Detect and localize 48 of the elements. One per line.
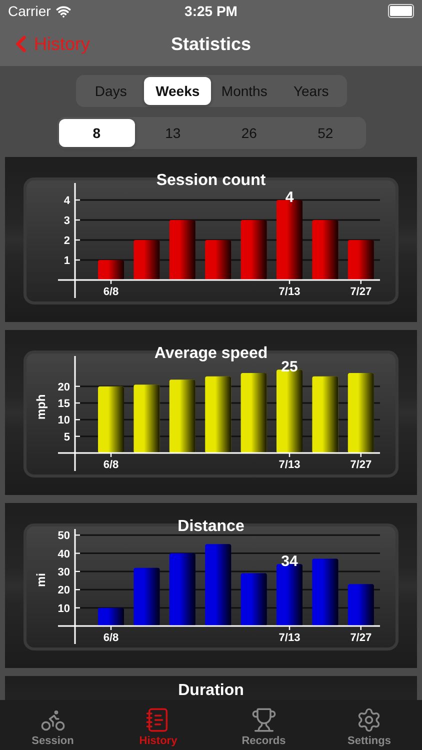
range-tab[interactable]: 26 — [211, 119, 288, 147]
tab-bar-item[interactable]: Records — [211, 700, 316, 750]
y-axis-label: mi — [34, 573, 48, 587]
chart-title: Session count — [156, 172, 266, 189]
x-tick-label: 6/8 — [103, 632, 119, 644]
chart-title: Duration — [178, 681, 244, 700]
y-tick-label: 30 — [58, 566, 70, 578]
tab-bar-item[interactable]: Settings — [316, 700, 422, 750]
chart-title: Distance — [178, 518, 244, 535]
y-tick-label: 40 — [58, 548, 70, 560]
y-tick-label: 4 — [64, 195, 70, 207]
screen-title: Statistics — [170, 34, 252, 54]
y-tick-label: 1 — [64, 255, 70, 267]
x-tick-label: 7/27 — [350, 459, 372, 471]
range-tab[interactable]: 52 — [287, 119, 364, 147]
x-tick-label: 6/8 — [103, 286, 119, 298]
y-tick-label: 20 — [58, 584, 70, 597]
settings-icon — [356, 707, 382, 733]
back-button[interactable]: History — [0, 31, 90, 57]
y-tick-label: 5 — [64, 431, 70, 444]
x-tick-label: 6/8 — [103, 459, 119, 471]
carrier-name: Carrier — [8, 3, 51, 19]
clock-time: 3:25 PM — [184, 3, 238, 19]
y-tick-label: 50 — [58, 530, 70, 542]
period-tab[interactable]: Weeks — [144, 77, 211, 105]
x-tick-label: 7/13 — [278, 286, 300, 298]
x-tick-label: 7/13 — [278, 632, 300, 644]
tab-bar-item[interactable]: Session — [0, 700, 106, 750]
x-tick-label: 7/27 — [350, 286, 372, 298]
period-tab[interactable]: Months — [211, 77, 278, 105]
period-tab[interactable]: Years — [278, 77, 344, 105]
y-tick-label: 10 — [58, 414, 70, 427]
trophy-icon — [250, 707, 277, 733]
y-tick-label: 10 — [58, 602, 70, 615]
y-axis-label: mph — [34, 394, 48, 420]
chart-title: Average speed — [154, 345, 268, 362]
battery-icon — [388, 4, 414, 18]
y-tick-label: 3 — [64, 215, 70, 227]
range-tab[interactable]: 8 — [58, 119, 135, 147]
y-tick-label: 15 — [58, 398, 70, 410]
y-tick-label: 2 — [64, 235, 70, 247]
x-tick-label: 7/27 — [350, 632, 372, 644]
tab-bar-item[interactable]: History — [106, 700, 211, 750]
y-tick-label: 20 — [58, 381, 70, 394]
x-tick-label: 7/13 — [278, 459, 300, 471]
wifi-icon — [56, 4, 71, 18]
range-tab[interactable]: 13 — [134, 119, 211, 147]
period-tab[interactable]: Days — [78, 77, 144, 105]
